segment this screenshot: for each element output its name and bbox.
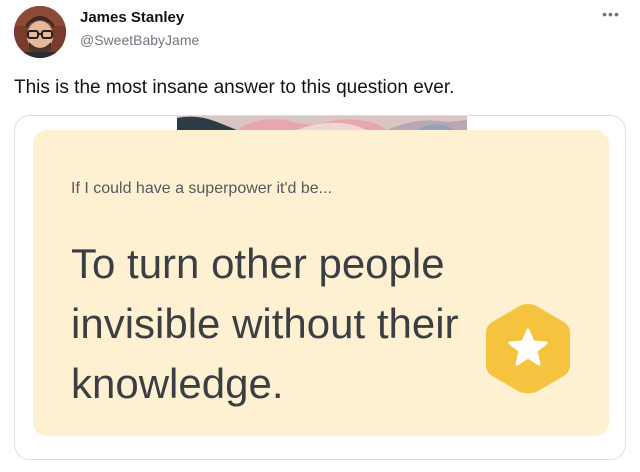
author-display-name[interactable]: James Stanley bbox=[80, 8, 199, 28]
author-handle[interactable]: @SweetBabyJame bbox=[80, 31, 199, 49]
author-names: James Stanley @SweetBabyJame bbox=[80, 8, 199, 49]
tweet-media[interactable]: If I could have a superpower it'd be... … bbox=[14, 115, 626, 460]
photo-background bbox=[177, 116, 467, 130]
avatar[interactable] bbox=[14, 6, 66, 58]
question-prompt: If I could have a superpower it'd be... bbox=[71, 180, 332, 197]
tweet-text: This is the most insane answer to this q… bbox=[14, 77, 455, 98]
star-hexagon-icon bbox=[479, 300, 577, 398]
tweet-header: James Stanley @SweetBabyJame ••• bbox=[14, 6, 626, 58]
ellipsis-icon[interactable]: ••• bbox=[600, 7, 622, 26]
answer-card: If I could have a superpower it'd be... … bbox=[33, 130, 609, 436]
